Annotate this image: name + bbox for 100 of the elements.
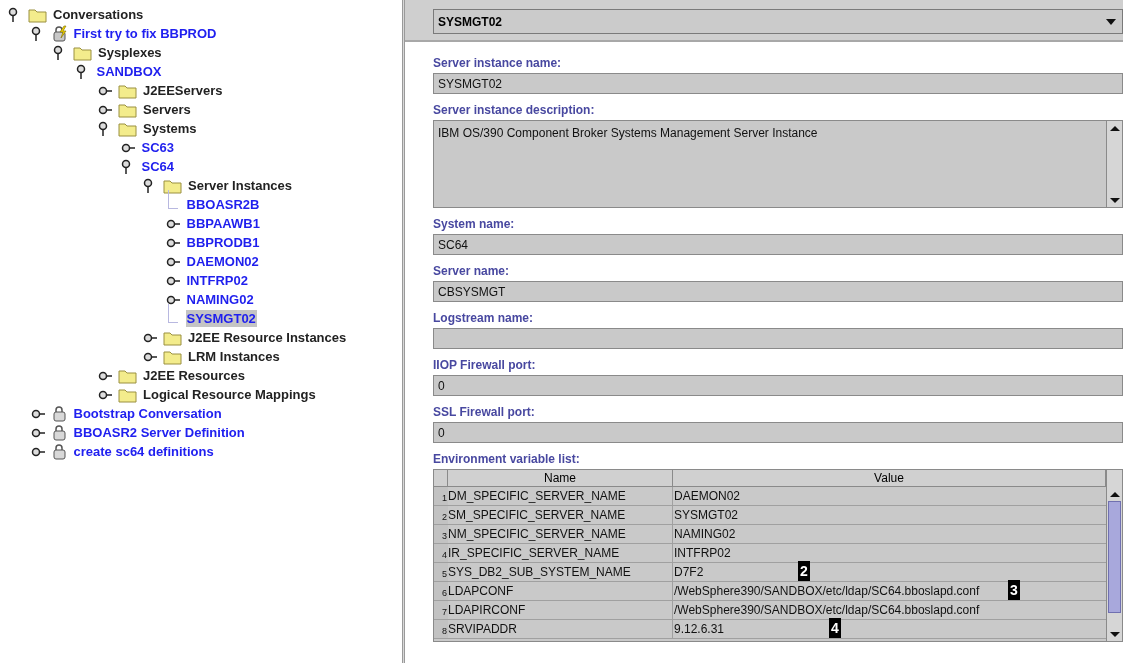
expanded-handle-icon[interactable] <box>8 6 19 23</box>
tree-item[interactable]: SYSMGT02 <box>185 310 257 327</box>
expanded-handle-icon[interactable] <box>143 177 154 194</box>
folder-icon <box>73 44 92 61</box>
folder-icon <box>118 367 137 384</box>
collapsed-handle-icon[interactable] <box>165 294 181 305</box>
lock-icon <box>50 405 68 422</box>
tree-item[interactable]: Server Instances <box>187 177 294 194</box>
tree-item[interactable]: Bootstrap Conversation <box>72 405 223 422</box>
table-label: Environment variable list: <box>433 452 581 466</box>
dropdown-value: SYSMGT02 <box>438 13 504 31</box>
tree-item[interactable]: Servers <box>142 101 192 118</box>
folder-icon <box>163 177 182 194</box>
tree-item[interactable]: SANDBOX <box>95 63 163 80</box>
table-cell: DAEMON02 <box>674 489 741 503</box>
table-cell: IR_SPECIFIC_SERVER_NAME <box>448 544 673 562</box>
text-field[interactable]: SYSMGT02 <box>433 73 1123 94</box>
tree-item[interactable]: create sc64 definitions <box>72 443 215 460</box>
tree-item[interactable]: Systems <box>142 120 198 137</box>
expanded-handle-icon[interactable] <box>98 120 109 137</box>
collapsed-handle-icon[interactable] <box>143 332 158 343</box>
table-cell: LDAPIRCONF <box>448 601 673 619</box>
collapsed-handle-icon[interactable] <box>165 256 181 267</box>
collapsed-handle-icon[interactable] <box>165 218 181 229</box>
field-label: Logstream name: <box>433 311 535 325</box>
expanded-handle-icon[interactable] <box>120 158 132 175</box>
table-cell: DM_SPECIFIC_SERVER_NAME <box>448 487 673 505</box>
row-number: 1 <box>434 487 448 505</box>
field-label: System name: <box>433 217 516 231</box>
folder-icon <box>28 6 47 23</box>
table-cell: NM_SPECIFIC_SERVER_NAME <box>448 525 673 543</box>
table-cell: SYSMGT02 <box>674 508 739 522</box>
text-field[interactable]: 0 <box>433 422 1123 443</box>
tree-item[interactable]: NAMING02 <box>185 291 255 308</box>
tree-item[interactable]: J2EE Resource Instances <box>187 329 348 346</box>
text-field[interactable]: 0 <box>433 375 1123 396</box>
tree-item[interactable]: Conversations <box>52 6 145 23</box>
table-cell: SRVIPADDR <box>448 620 673 638</box>
tree-item[interactable]: BBOASR2 Server Definition <box>72 424 246 441</box>
row-number: 2 <box>434 506 448 524</box>
table-cell: NAMING02 <box>674 527 736 541</box>
collapsed-handle-icon[interactable] <box>98 370 113 381</box>
row-number: 3 <box>434 525 448 543</box>
tree-item[interactable]: BBPAAWB1 <box>185 215 261 232</box>
field-label: SSL Firewall port: <box>433 405 536 419</box>
tree-item[interactable]: BBOASR2B <box>185 196 261 213</box>
table-cell: INTFRP02 <box>674 546 731 560</box>
collapsed-handle-icon[interactable] <box>98 104 113 115</box>
folder-icon <box>118 120 137 137</box>
instance-dropdown[interactable]: SYSMGT02 <box>433 9 1123 34</box>
tree-item[interactable]: Sysplexes <box>97 44 163 61</box>
text-field[interactable]: SC64 <box>433 234 1123 255</box>
table-cell: SYS_DB2_SUB_SYSTEM_NAME <box>448 563 673 581</box>
expanded-handle-icon[interactable] <box>53 44 64 61</box>
tree-item[interactable]: BBPRODB1 <box>185 234 261 251</box>
tree-item[interactable]: First try to fix BBPROD <box>72 25 218 42</box>
callout-badge: 3 <box>1008 580 1020 600</box>
collapsed-handle-icon[interactable] <box>98 85 113 96</box>
lock-lightning-icon <box>50 25 68 42</box>
tree-item[interactable]: SC64 <box>140 158 176 175</box>
folder-icon <box>118 82 137 99</box>
row-number: 6 <box>434 582 448 600</box>
row-number: 4 <box>434 544 448 562</box>
collapsed-handle-icon[interactable] <box>165 275 181 286</box>
tree-item[interactable]: J2EE Resources <box>142 367 246 384</box>
collapsed-handle-icon[interactable] <box>98 389 113 400</box>
collapsed-handle-icon[interactable] <box>30 427 46 438</box>
tree-item[interactable]: J2EEServers <box>142 82 224 99</box>
expanded-handle-icon[interactable] <box>30 25 42 42</box>
row-number: 8 <box>434 620 448 638</box>
field-label: Server instance name: <box>433 56 563 70</box>
scrollbar[interactable] <box>1106 470 1122 641</box>
collapsed-handle-icon[interactable] <box>30 408 46 419</box>
tree-item[interactable]: LRM Instances <box>187 348 281 365</box>
tree-item[interactable]: DAEMON02 <box>185 253 260 270</box>
table-cell: /WebSphere390/SANDBOX/etc/ldap/SC64.bboslapd.conf <box>674 603 980 617</box>
column-header[interactable]: Name <box>448 470 673 486</box>
field-label: Server instance description: <box>433 103 596 117</box>
tree-item[interactable]: SC63 <box>140 139 176 156</box>
scrollbar-thumb[interactable] <box>1108 501 1121 613</box>
folder-icon <box>163 348 182 365</box>
lock-icon <box>50 424 68 441</box>
collapsed-handle-icon[interactable] <box>30 446 46 457</box>
folder-icon <box>163 329 182 346</box>
lock-icon <box>50 443 68 460</box>
row-number: 5 <box>434 563 448 581</box>
table-cell: /WebSphere390/SANDBOX/etc/ldap/SC64.bboslapd.conf <box>674 584 980 598</box>
field-label: Server name: <box>433 264 511 278</box>
text-field[interactable]: CBSYSMGT <box>433 281 1123 302</box>
callout-badge: 2 <box>798 561 810 581</box>
table-cell: D7F2 <box>674 565 704 579</box>
folder-icon <box>118 101 137 118</box>
expanded-handle-icon[interactable] <box>75 63 87 80</box>
collapsed-handle-icon[interactable] <box>143 351 158 362</box>
collapsed-handle-icon[interactable] <box>120 142 136 153</box>
tree-item[interactable]: INTFRP02 <box>185 272 249 289</box>
table-cell: LDAPCONF <box>448 582 673 600</box>
text-field[interactable] <box>433 328 1123 349</box>
tree-item[interactable]: Logical Resource Mappings <box>142 386 317 403</box>
collapsed-handle-icon[interactable] <box>165 237 181 248</box>
